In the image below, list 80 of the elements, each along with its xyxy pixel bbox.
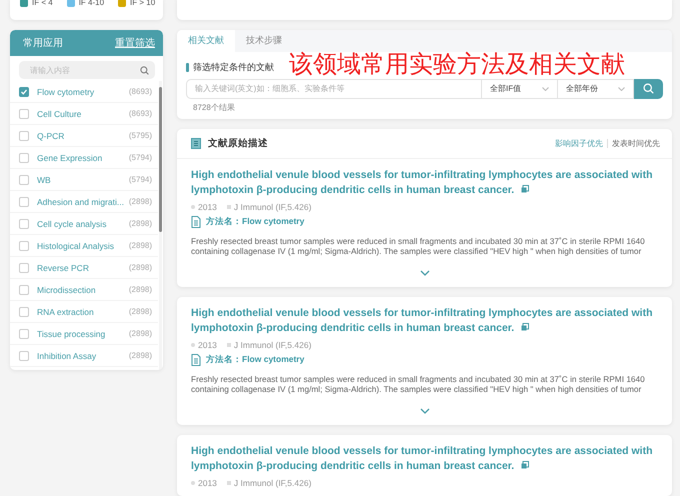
application-label[interactable]: Cell cycle analysis (37, 218, 129, 228)
article-title[interactable]: High endothelial venule blood vessels for tumor-infiltrating lymphocytes are associated with lymphotoxin β-producing dendritic cells in human breast cancer. (191, 306, 658, 336)
application-label[interactable]: Adhesion and migrati... (37, 196, 129, 206)
reset-filter-link[interactable]: 重置筛选 (115, 36, 155, 50)
application-label[interactable]: RNA extraction (37, 306, 129, 316)
count-text: (2898) (128, 263, 152, 272)
application-label[interactable]: Microdissection (37, 284, 129, 294)
search-icon (643, 83, 654, 94)
count-text: (8693) (128, 87, 152, 96)
checkbox[interactable] (19, 328, 29, 338)
count-text: (2898) (128, 285, 152, 294)
application-label[interactable]: Flow cytometry (37, 86, 129, 96)
application-label[interactable]: Reverse PCR (37, 262, 129, 272)
count-text: (8693) (128, 109, 152, 118)
method-name: 方法名：Flow cytometry (206, 354, 304, 366)
search-icon (140, 66, 149, 74)
if-select[interactable]: 全部IF值 (482, 78, 558, 99)
count-text: (5794) (128, 175, 152, 184)
chevron-down-icon (618, 86, 625, 91)
year-text: 2013 (191, 340, 217, 350)
count-text: (2898) (128, 307, 152, 316)
description-text: Freshly resected breast tumor samples were reduced in small fragments and incubated 30 min at 37˚C in sterile RPMI 1640 (191, 236, 646, 246)
sidebar-title: 常用应用 (23, 36, 63, 50)
checkbox[interactable] (19, 86, 29, 96)
tab[interactable]: 相关文献 (177, 30, 235, 52)
copy-icon[interactable] (521, 461, 530, 469)
chevron-down-icon (420, 270, 430, 276)
checkbox[interactable] (19, 152, 29, 162)
application-label[interactable]: Q-PCR (37, 130, 129, 140)
application-label[interactable]: Inhibition Assay (37, 350, 129, 360)
description-text: containing collagenase IV (1 mg/ml; Sigma-Aldrich). The samples were classified "HEV high " when high densities of tumor (191, 384, 642, 394)
article-title[interactable]: High endothelial venule blood vessels for tumor-infiltrating lymphocytes are associated with lymphotoxin β-producing dendritic cells in human breast cancer. (191, 444, 658, 474)
application-label[interactable]: Histological Analysis (37, 240, 129, 250)
chevron-down-icon (542, 86, 549, 91)
checkbox[interactable] (19, 130, 29, 140)
checkbox[interactable] (19, 218, 29, 228)
title-marker (186, 62, 189, 72)
document-icon (191, 216, 201, 228)
filter-title: 筛选特定条件的文献 (193, 60, 274, 74)
checkbox[interactable] (19, 306, 29, 316)
year-text: 2013 (191, 478, 217, 488)
journal-text: J Immunol (IF,5.426) (226, 478, 312, 488)
checkbox[interactable] (19, 174, 29, 184)
checkbox[interactable] (19, 196, 29, 206)
count-text: (5795) (128, 131, 152, 140)
book-icon (191, 138, 201, 149)
result-count: 8728个结果 (193, 102, 236, 113)
checkbox[interactable] (19, 108, 29, 118)
application-label[interactable]: Cell Culture (37, 108, 129, 118)
scrollbar-thumb[interactable] (159, 87, 162, 232)
count-text: (2898) (128, 219, 152, 228)
copy-icon[interactable] (521, 185, 530, 193)
checkbox[interactable] (19, 262, 29, 272)
description-text: containing collagenase IV (1 mg/ml; Sigma-Aldrich). The samples were classified "HEV high " when high densities of tumor (191, 246, 642, 256)
sort-option[interactable]: 影响因子优先 (555, 138, 603, 149)
keyword-field[interactable]: 输入关键词(英文)如：细胞系、实验条件等 (186, 78, 482, 99)
application-label[interactable]: WB (37, 174, 129, 184)
sort-option[interactable]: 发表时间优先 (612, 138, 660, 149)
count-text: (2898) (128, 329, 152, 338)
year-text: 2013 (191, 202, 217, 212)
method-name: 方法名：Flow cytometry (206, 216, 304, 228)
checkbox[interactable] (19, 350, 29, 360)
count-text: (2898) (128, 351, 152, 360)
copy-icon[interactable] (521, 323, 530, 331)
journal-text: J Immunol (IF,5.426) (226, 202, 312, 212)
checkbox[interactable] (19, 240, 29, 250)
search-button[interactable] (634, 78, 663, 99)
count-text: (2898) (128, 197, 152, 206)
article-title[interactable]: High endothelial venule blood vessels for tumor-infiltrating lymphocytes are associated with lymphotoxin β-producing dendritic cells in human breast cancer. (191, 168, 658, 198)
journal-text: J Immunol (IF,5.426) (226, 340, 312, 350)
section-title: 文献原始描述 (208, 137, 269, 150)
application-label[interactable]: Tissue processing (37, 328, 129, 338)
document-icon (191, 354, 201, 366)
chevron-down-icon (420, 408, 430, 414)
description-text: Freshly resected breast tumor samples were reduced in small fragments and incubated 30 min at 37˚C in sterile RPMI 1640 (191, 374, 646, 384)
application-label[interactable]: Gene Expression (37, 152, 129, 162)
checkbox[interactable] (19, 284, 29, 294)
count-text: (5794) (128, 153, 152, 162)
year-select[interactable]: 全部年份 (558, 78, 634, 99)
count-text: (2898) (128, 241, 152, 250)
